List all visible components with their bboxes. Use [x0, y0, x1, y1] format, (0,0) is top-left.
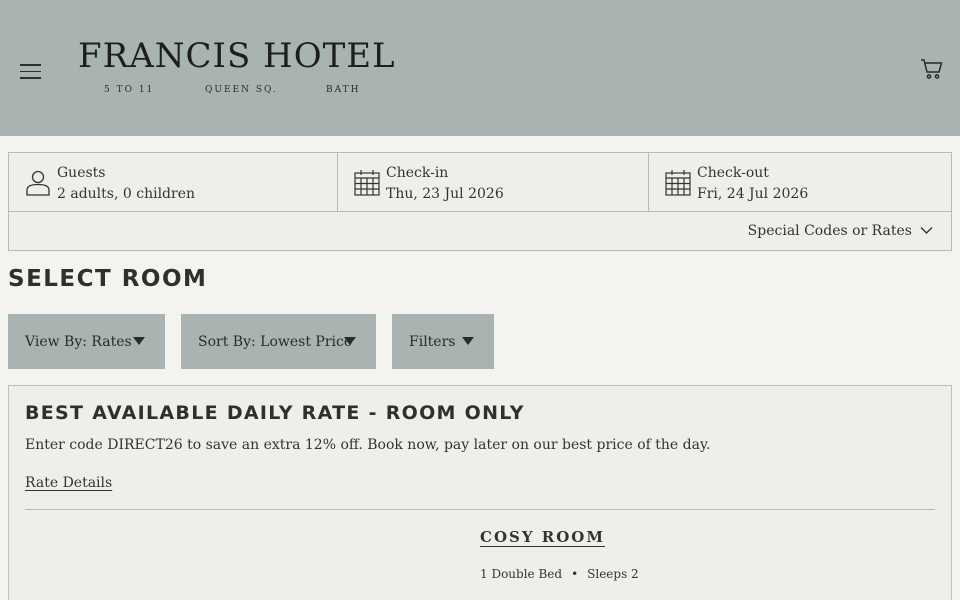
bullet-separator: • — [571, 567, 579, 581]
divider — [25, 509, 935, 510]
shopping-cart-icon[interactable] — [920, 58, 944, 80]
site-header: FRANCIS HOTEL 5 TO 11 QUEEN SQ. BATH — [0, 0, 960, 136]
room-name-link[interactable]: COSY ROOM — [480, 528, 605, 546]
checkout-value: Fri, 24 Jul 2026 — [697, 186, 809, 202]
room-sleeps: Sleeps 2 — [587, 567, 639, 581]
sort-by-label: Sort By: Lowest Price — [198, 333, 353, 350]
view-by-label: View By: Rates — [25, 333, 132, 350]
guests-label: Guests — [57, 165, 106, 181]
room-meta: 1 Double Bed • Sleeps 2 — [480, 567, 639, 581]
special-codes-label: Special Codes or Rates — [747, 223, 912, 239]
person-icon — [25, 169, 51, 197]
calendar-icon — [354, 169, 380, 197]
guests-value: 2 adults, 0 children — [57, 186, 195, 202]
view-by-dropdown[interactable]: View By: Rates — [8, 314, 165, 369]
special-codes-toggle[interactable]: Special Codes or Rates — [748, 223, 933, 239]
rate-title: BEST AVAILABLE DAILY RATE - ROOM ONLY — [25, 402, 525, 424]
checkin-value: Thu, 23 Jul 2026 — [386, 186, 504, 202]
hotel-logo-title[interactable]: FRANCIS HOTEL — [78, 36, 396, 76]
checkout-date-picker[interactable]: Check-out Fri, 24 Jul 2026 — [649, 153, 951, 211]
checkin-date-picker[interactable]: Check-in Thu, 23 Jul 2026 — [338, 153, 649, 211]
calendar-icon — [665, 169, 691, 197]
filters-label: Filters — [409, 333, 456, 350]
caret-down-icon — [462, 337, 474, 345]
chevron-down-icon — [920, 223, 933, 239]
guests-selector[interactable]: Guests 2 adults, 0 children — [9, 153, 338, 211]
rate-details-link[interactable]: Rate Details — [25, 475, 112, 491]
logo-subtitle-address: 5 TO 11 — [104, 85, 155, 95]
caret-down-icon — [133, 337, 145, 345]
logo-subtitle-city: BATH — [326, 85, 361, 95]
page-title: SELECT ROOM — [8, 266, 208, 292]
checkout-label: Check-out — [697, 165, 769, 181]
booking-fields-row: Guests 2 adults, 0 children Check-in Thu… — [9, 153, 951, 212]
rate-card: BEST AVAILABLE DAILY RATE - ROOM ONLY En… — [8, 385, 952, 600]
logo-subtitle-street: QUEEN SQ. — [205, 85, 278, 95]
room-bed-type: 1 Double Bed — [480, 567, 563, 581]
filters-button[interactable]: Filters — [392, 314, 494, 369]
checkin-label: Check-in — [386, 165, 449, 181]
booking-search-bar: Guests 2 adults, 0 children Check-in Thu… — [8, 152, 952, 251]
sort-by-dropdown[interactable]: Sort By: Lowest Price — [181, 314, 376, 369]
caret-down-icon — [344, 337, 356, 345]
rate-description: Enter code DIRECT26 to save an extra 12%… — [25, 437, 711, 453]
hamburger-menu-icon[interactable] — [20, 64, 41, 80]
